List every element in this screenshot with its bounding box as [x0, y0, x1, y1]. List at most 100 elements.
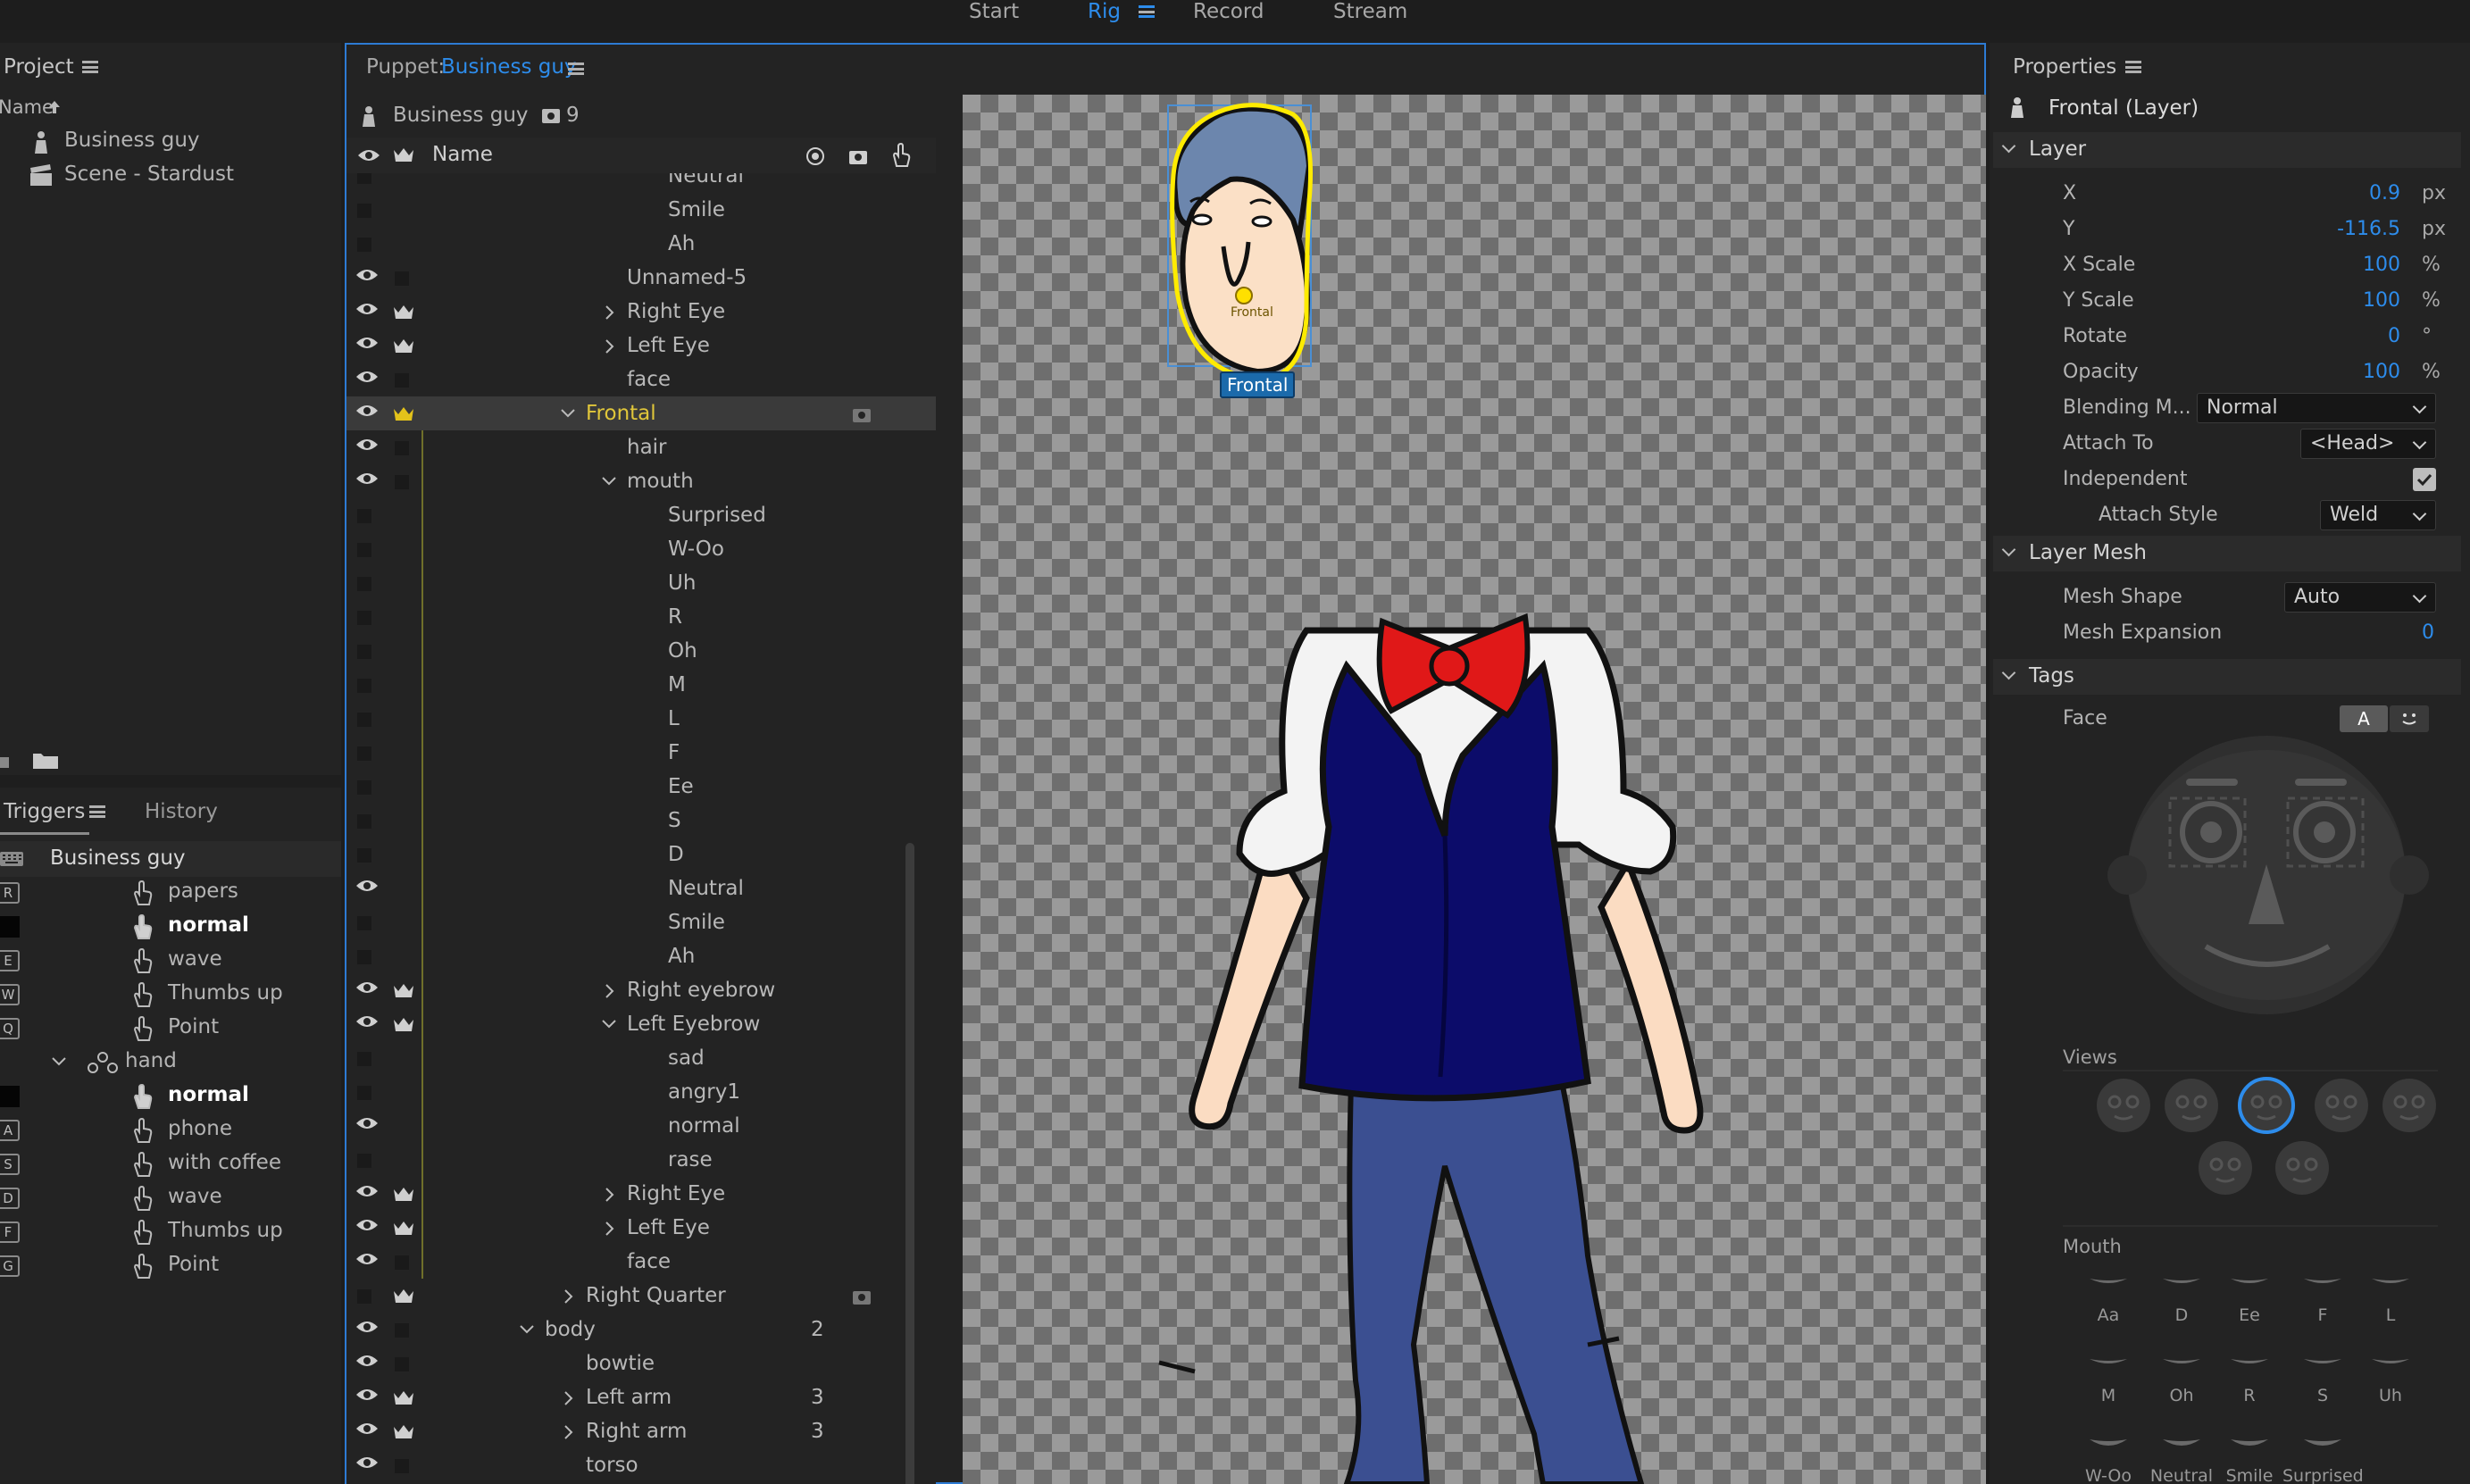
tree-row[interactable]: Right Quarter [346, 1279, 936, 1313]
mouth-tag[interactable]: Smile [2209, 1421, 2290, 1484]
mouth-tag[interactable]: R [2209, 1341, 2290, 1430]
independent-toggle[interactable] [395, 271, 409, 286]
eye-icon[interactable] [355, 1116, 379, 1130]
tree-row[interactable]: Oh [346, 634, 936, 668]
mouth-tag[interactable]: L [2350, 1261, 2431, 1350]
history-tab[interactable]: History [145, 800, 218, 823]
mouth-tag[interactable]: Uh [2350, 1341, 2431, 1430]
chevron-down-icon[interactable] [52, 1057, 66, 1066]
tree-row[interactable]: Right arm 3 [346, 1414, 936, 1448]
tree-row[interactable]: Right eyebrow [346, 973, 936, 1007]
chevron-right-icon[interactable] [564, 1425, 573, 1439]
eye-icon[interactable] [355, 1218, 379, 1232]
tree-row[interactable]: S [346, 804, 936, 838]
eye-icon[interactable] [355, 268, 379, 282]
tab-rig[interactable]: Rig [1088, 0, 1121, 23]
visibility-toggle[interactable] [357, 1086, 371, 1100]
tree-row[interactable]: Left Eye [346, 1211, 936, 1245]
visibility-toggle[interactable] [357, 1052, 371, 1066]
tree-row[interactable]: face [346, 363, 936, 396]
triggers-menu-icon[interactable] [89, 805, 105, 818]
prop-y-value[interactable]: -116.5 [2337, 218, 2400, 240]
eye-icon[interactable] [355, 1388, 379, 1402]
rig-menu-icon[interactable] [1139, 5, 1155, 18]
triggers-title[interactable]: Triggers [4, 800, 85, 823]
chevron-down-icon[interactable] [602, 477, 616, 486]
view-face-icon[interactable] [2381, 1077, 2438, 1134]
visibility-toggle[interactable] [357, 746, 371, 761]
project-name-column[interactable]: Name [0, 96, 54, 118]
chevron-down-icon[interactable] [602, 1020, 616, 1029]
tree-row[interactable]: W-Oo [346, 532, 936, 566]
face-alpha-button[interactable]: A [2340, 705, 2388, 732]
puppet-title-name[interactable]: Business guy [441, 55, 577, 79]
visibility-toggle[interactable] [357, 780, 371, 795]
tree-row[interactable]: face [346, 1245, 936, 1279]
eye-icon[interactable] [355, 404, 379, 418]
mouth-tag[interactable]: W-Oo [2068, 1421, 2149, 1484]
chevron-right-icon[interactable] [605, 1188, 614, 1202]
trigger-group-row[interactable]: hand [0, 1045, 339, 1079]
tree-scrollbar[interactable] [905, 843, 914, 1484]
eye-icon[interactable] [355, 1421, 379, 1436]
visibility-toggle[interactable] [357, 848, 371, 863]
tree-row[interactable]: Frontal [346, 396, 936, 430]
view-face-icon[interactable] [2238, 1077, 2295, 1134]
independent-toggle[interactable] [395, 1459, 409, 1473]
independent-toggle[interactable] [395, 373, 409, 388]
crown-icon[interactable] [393, 1016, 414, 1034]
handle-column-icon[interactable] [805, 146, 825, 166]
import-icon[interactable] [0, 750, 14, 770]
chevron-right-icon[interactable] [605, 984, 614, 998]
puppet-menu-icon[interactable] [568, 63, 584, 75]
attach-to-dropdown[interactable]: <Head> [2300, 429, 2436, 459]
rig-canvas[interactable]: Frontal Frontal [963, 95, 1986, 1484]
trigger-row[interactable]: Dwave [0, 1180, 339, 1214]
properties-menu-icon[interactable] [2125, 61, 2141, 73]
attach-style-dropdown[interactable]: Weld [2320, 500, 2436, 530]
crown-icon[interactable] [393, 304, 414, 321]
crown-icon[interactable] [393, 1389, 414, 1407]
crown-icon[interactable] [393, 1288, 414, 1305]
tree-row[interactable]: Ah [346, 227, 936, 261]
view-face-icon[interactable] [2197, 1139, 2254, 1196]
crown-icon[interactable] [393, 1423, 414, 1441]
tree-row[interactable]: Ah [346, 939, 936, 973]
view-face-icon[interactable] [2274, 1139, 2331, 1196]
project-item-puppet[interactable]: Business guy [0, 125, 341, 159]
tree-row[interactable]: Ee [346, 770, 936, 804]
chevron-right-icon[interactable] [605, 339, 614, 354]
trigger-row[interactable]: G Point [0, 1248, 339, 1282]
prop-x-value[interactable]: 0.9 [2369, 182, 2400, 204]
tree-row[interactable]: F [346, 736, 936, 770]
eye-icon[interactable] [355, 1014, 379, 1029]
prop-rotate-value[interactable]: 0 [2388, 325, 2400, 347]
visibility-toggle[interactable] [357, 577, 371, 591]
eye-icon[interactable] [355, 1354, 379, 1368]
prop-x-scale-value[interactable]: 100 [2363, 254, 2400, 276]
layer-tag-label[interactable]: Frontal [1220, 371, 1296, 398]
crown-icon[interactable] [393, 338, 414, 355]
tab-record[interactable]: Record [1193, 0, 1264, 23]
mouth-tag[interactable]: Surprised [2282, 1421, 2364, 1484]
eye-icon[interactable] [355, 370, 379, 384]
crown-icon[interactable] [393, 1186, 414, 1204]
project-menu-icon[interactable] [82, 61, 98, 73]
tab-stream[interactable]: Stream [1333, 0, 1407, 23]
trigger-row[interactable]: Rpapers [0, 875, 339, 909]
tree-row[interactable]: Right Eye [346, 295, 936, 329]
independent-toggle[interactable] [395, 475, 409, 489]
trigger-row[interactable]: normal [0, 1079, 339, 1113]
tree-row[interactable]: normal [346, 1109, 936, 1143]
tree-row[interactable]: Neutral [346, 871, 936, 905]
visibility-toggle[interactable] [357, 645, 371, 659]
chevron-right-icon[interactable] [564, 1289, 573, 1304]
crown-icon[interactable] [393, 982, 414, 1000]
tree-row[interactable]: D [346, 838, 936, 871]
tree-row[interactable]: rase [346, 1143, 936, 1177]
crown-icon[interactable] [393, 1220, 414, 1238]
prop-opacity-value[interactable]: 100 [2363, 361, 2400, 383]
visibility-toggle[interactable] [357, 950, 371, 964]
tree-name-column[interactable]: Name [432, 143, 493, 166]
eye-icon[interactable] [355, 1455, 379, 1470]
